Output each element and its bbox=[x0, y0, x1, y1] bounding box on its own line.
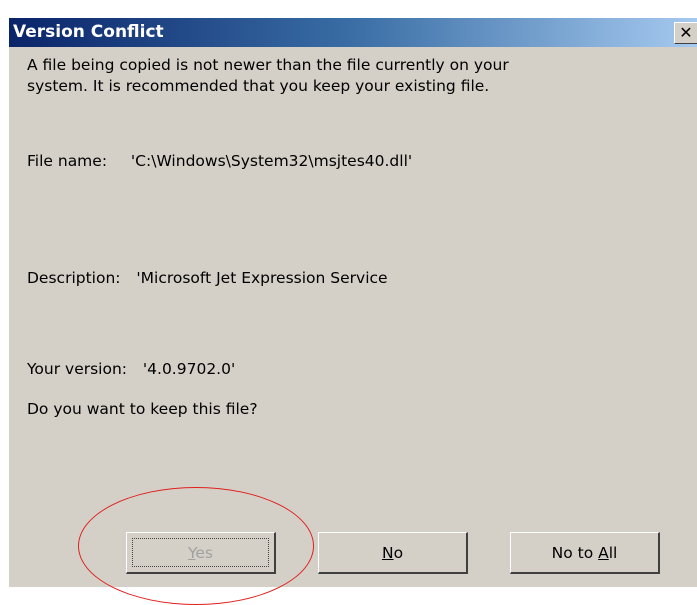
no-mnemonic: N bbox=[381, 543, 394, 562]
description-row: Description: 'Microsoft Jet Expression S… bbox=[27, 269, 388, 287]
close-icon: ✕ bbox=[679, 23, 693, 42]
focus-rectangle bbox=[132, 538, 269, 567]
yes-button[interactable]: Yes bbox=[126, 532, 276, 574]
no-button[interactable]: No bbox=[318, 532, 468, 574]
no-to-all-button[interactable]: No to All bbox=[510, 532, 660, 574]
message-line-1: A file being copied is not newer than th… bbox=[27, 56, 509, 74]
version-value: '4.0.9702.0' bbox=[142, 360, 236, 378]
file-name-value: 'C:\Windows\System32\msjtes40.dll' bbox=[130, 152, 413, 170]
version-row: Your version: '4.0.9702.0' bbox=[27, 360, 235, 378]
no-to-all-mnemonic: A bbox=[598, 543, 609, 562]
message-line-2: system. It is recommended that you keep … bbox=[27, 77, 490, 95]
dialog-title: Version Conflict bbox=[13, 22, 164, 42]
description-value: 'Microsoft Jet Expression Service bbox=[136, 269, 388, 287]
file-name-label: File name: bbox=[27, 152, 108, 170]
no-to-all-prefix: No to bbox=[551, 543, 599, 562]
title-bar[interactable]: Version Conflict ✕ bbox=[9, 18, 697, 47]
keep-file-question: Do you want to keep this file? bbox=[27, 400, 258, 418]
no-label-rest: o bbox=[393, 543, 404, 562]
no-to-all-label-rest: ll bbox=[608, 543, 618, 562]
close-button[interactable]: ✕ bbox=[674, 22, 697, 44]
description-label: Description: bbox=[27, 269, 121, 287]
version-conflict-dialog: Version Conflict ✕ A file being copied i… bbox=[8, 17, 697, 587]
version-label: Your version: bbox=[27, 360, 128, 378]
file-name-row: File name: 'C:\Windows\System32\msjtes40… bbox=[27, 152, 412, 170]
